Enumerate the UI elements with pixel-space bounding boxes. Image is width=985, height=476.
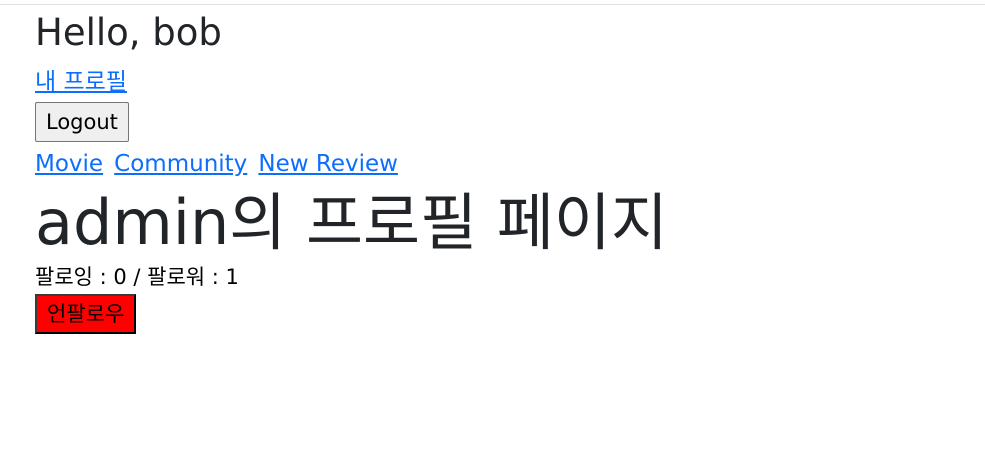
nav-link-new-review[interactable]: New Review (258, 151, 398, 177)
profile-link-row: 내 프로필 (35, 67, 975, 102)
follow-form: 언팔로우 (35, 294, 975, 334)
top-divider (0, 4, 985, 5)
page-container: Hello, bob 내 프로필 Logout Movie Community … (35, 10, 975, 334)
main-nav: Movie Community New Review (35, 148, 975, 188)
nav-link-movie[interactable]: Movie (35, 151, 103, 177)
my-profile-link[interactable]: 내 프로필 (35, 69, 127, 95)
logout-form: Logout (35, 102, 975, 148)
unfollow-button[interactable]: 언팔로우 (35, 294, 137, 334)
follow-stats: 팔로잉 : 0 / 팔로워 : 1 (35, 265, 239, 289)
nav-link-community[interactable]: Community (114, 151, 247, 177)
page-title: admin의 프로필 페이지 (35, 186, 668, 259)
logout-button[interactable]: Logout (35, 102, 129, 142)
greeting-heading: Hello, bob (35, 11, 222, 54)
